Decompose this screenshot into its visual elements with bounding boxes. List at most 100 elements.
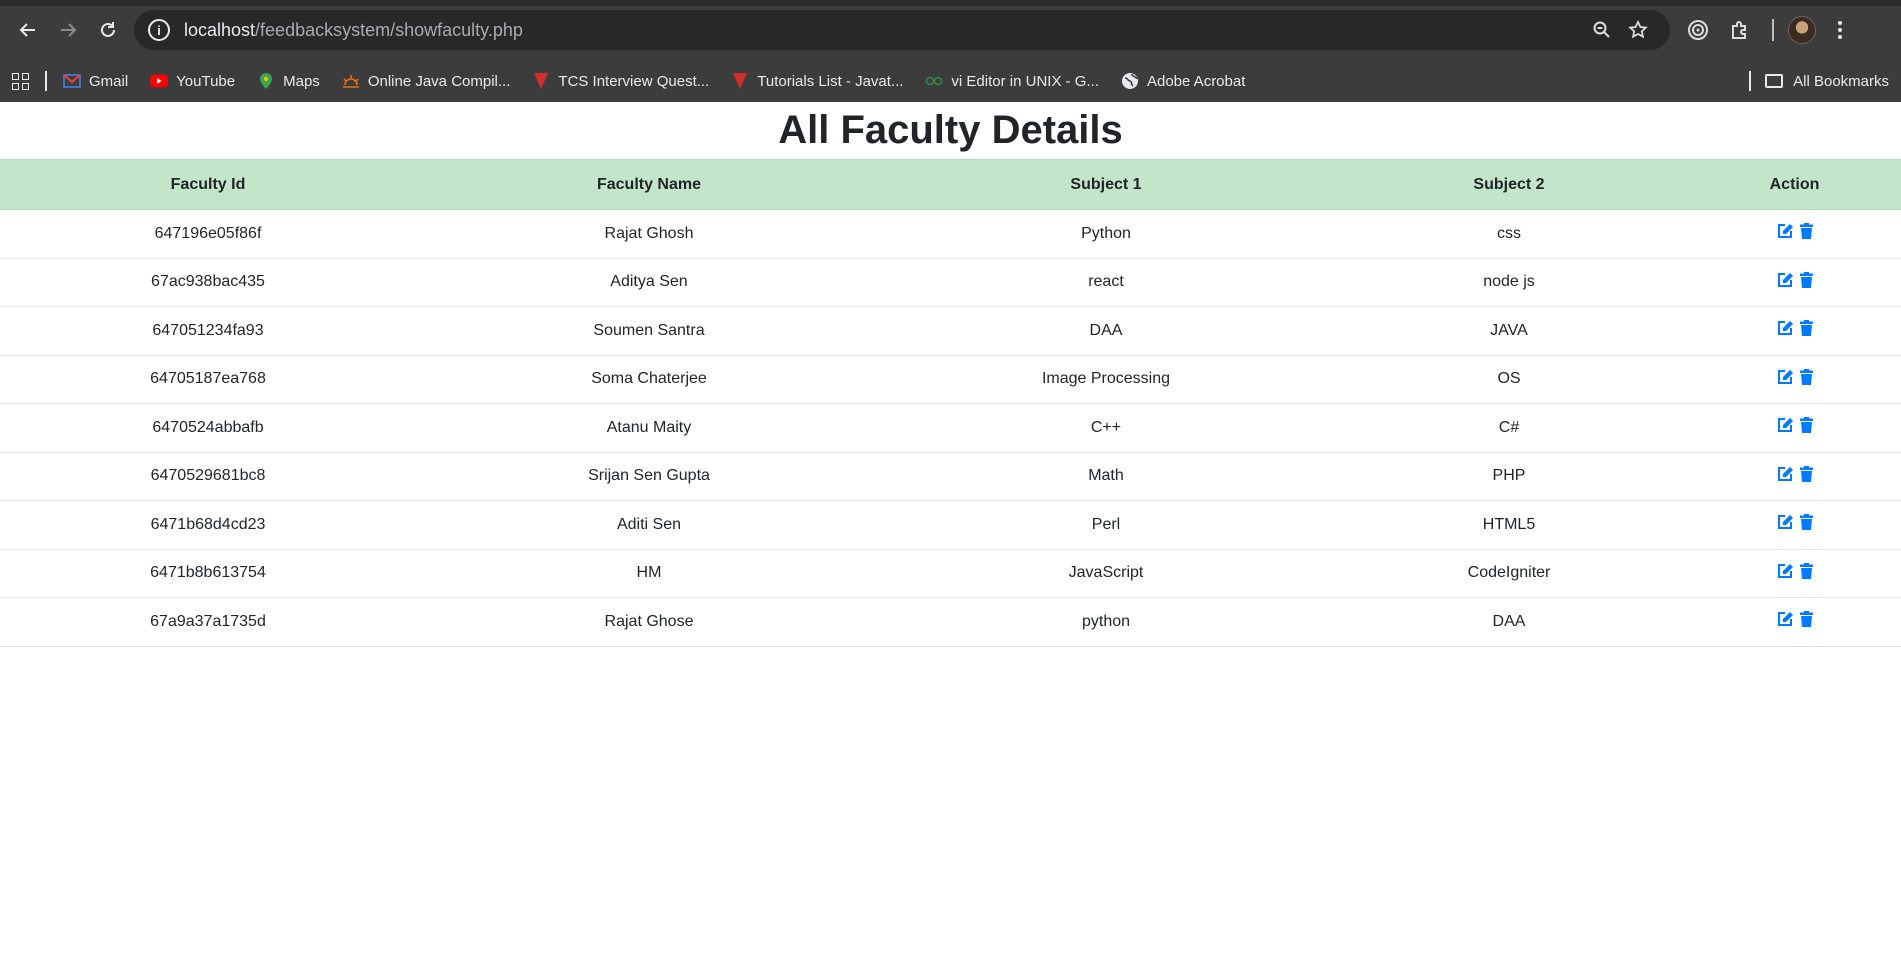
address-bar[interactable]: i localhost/feedbacksystem/showfaculty.p…	[134, 10, 1670, 50]
action-cell	[1688, 549, 1901, 598]
edit-button[interactable]	[1777, 514, 1794, 530]
bookmark-star-icon[interactable]	[1620, 12, 1656, 48]
subject-1-cell: Perl	[882, 500, 1330, 550]
column-header-faculty-name: Faculty Name	[416, 159, 882, 210]
edit-icon	[1777, 418, 1793, 433]
globe-icon	[1121, 72, 1139, 90]
bookmark-item[interactable]: vi Editor in UNIX - G...	[925, 72, 1099, 90]
bookmark-item[interactable]: Maps	[257, 72, 320, 90]
delete-button[interactable]	[1799, 611, 1813, 628]
faculty-id-cell: 6471b68d4cd23	[0, 500, 416, 550]
faculty-name-cell: Soumen Santra	[416, 306, 882, 356]
zoom-icon[interactable]	[1584, 12, 1620, 48]
table-header-row: Faculty Id Faculty Name Subject 1 Subjec…	[0, 159, 1901, 210]
faculty-name-cell: Srijan Sen Gupta	[416, 452, 882, 501]
youtube-icon	[150, 72, 169, 90]
url-text[interactable]: localhost/feedbacksystem/showfaculty.php	[184, 20, 1584, 41]
edit-button[interactable]	[1777, 320, 1794, 336]
delete-button[interactable]	[1799, 514, 1813, 531]
arrow-right-icon	[61, 23, 77, 37]
folder-icon	[1765, 74, 1784, 88]
faculty-id-cell: 67a9a37a1735d	[0, 597, 416, 647]
subject-1-cell: python	[882, 597, 1330, 647]
subject-1-cell: Python	[882, 209, 1330, 259]
faculty-id-cell: 6470524abbafb	[0, 403, 416, 453]
faculty-id-cell: 64705187ea768	[0, 355, 416, 404]
table-row: 647196e05f86f Rajat Ghosh Python css	[0, 209, 1901, 259]
table-row: 6471b8b613754 HM JavaScript CodeIgniter	[0, 549, 1901, 598]
edit-icon	[1777, 612, 1793, 627]
extensions-puzzle-icon[interactable]	[1722, 12, 1758, 48]
url-host: localhost	[184, 19, 256, 40]
bookmark-item[interactable]: TCS Interview Quest...	[532, 72, 709, 90]
subject-1-cell: react	[882, 258, 1330, 307]
delete-button[interactable]	[1799, 223, 1813, 240]
edit-button[interactable]	[1777, 466, 1794, 482]
trash-icon	[1799, 271, 1813, 288]
profile-avatar[interactable]	[1788, 16, 1816, 44]
bookmark-item[interactable]: YouTube	[150, 72, 235, 90]
table-row: 67a9a37a1735d Rajat Ghose python DAA	[0, 597, 1901, 647]
all-bookmarks-button[interactable]: All Bookmarks	[1765, 73, 1889, 90]
subject-1-cell: C++	[882, 403, 1330, 453]
faculty-table: Faculty Id Faculty Name Subject 1 Subjec…	[0, 159, 1901, 647]
url-path: /feedbacksystem/showfaculty.php	[255, 19, 523, 40]
edit-button[interactable]	[1777, 369, 1794, 385]
delete-button[interactable]	[1799, 562, 1813, 579]
trash-icon	[1799, 320, 1813, 337]
subject-2-cell: JAVA	[1330, 306, 1688, 356]
javatpoint-icon	[731, 72, 749, 90]
back-button[interactable]	[8, 10, 48, 50]
site-info-icon[interactable]: i	[148, 19, 170, 41]
column-header-subject-1: Subject 1	[882, 159, 1330, 210]
delete-button[interactable]	[1799, 320, 1813, 337]
subject-2-cell: PHP	[1330, 452, 1688, 501]
bookmark-item[interactable]: Gmail	[63, 72, 128, 90]
edit-button[interactable]	[1777, 563, 1794, 579]
delete-button[interactable]	[1799, 465, 1813, 482]
delete-button[interactable]	[1799, 417, 1813, 434]
edit-button[interactable]	[1777, 611, 1794, 627]
subject-2-cell: CodeIgniter	[1330, 549, 1688, 598]
edit-icon	[1777, 321, 1793, 336]
bookmark-item[interactable]: Online Java Compil...	[342, 72, 511, 90]
subject-2-cell: css	[1330, 209, 1688, 259]
table-row: 67ac938bac435 Aditya Sen react node js	[0, 258, 1901, 307]
subject-2-cell: node js	[1330, 258, 1688, 307]
delete-button[interactable]	[1799, 271, 1813, 288]
faculty-id-cell: 647051234fa93	[0, 306, 416, 356]
reload-icon	[101, 22, 115, 37]
forward-button[interactable]	[48, 10, 88, 50]
action-cell	[1688, 209, 1901, 259]
faculty-name-cell: Atanu Maity	[416, 403, 882, 453]
bookmark-item[interactable]: Tutorials List - Javat...	[731, 72, 903, 90]
bookmark-label: vi Editor in UNIX - G...	[951, 72, 1099, 90]
edit-button[interactable]	[1777, 272, 1794, 288]
subject-2-cell: DAA	[1330, 597, 1688, 647]
subject-1-cell: Math	[882, 452, 1330, 501]
action-cell	[1688, 403, 1901, 453]
bookmarks-separator-right	[1749, 71, 1752, 91]
bookmarks-separator	[45, 71, 47, 91]
sun-icon	[342, 72, 360, 90]
bookmark-label: Online Java Compil...	[367, 72, 511, 90]
kebab-menu-icon[interactable]	[1822, 12, 1858, 48]
faculty-name-cell: HM	[416, 549, 882, 598]
table-row: 6470524abbafb Atanu Maity C++ C#	[0, 403, 1901, 453]
bookmark-item[interactable]: Adobe Acrobat	[1121, 72, 1245, 90]
reload-button[interactable]	[88, 10, 128, 50]
edit-button[interactable]	[1777, 223, 1794, 239]
faculty-name-cell: Soma Chaterjee	[416, 355, 882, 404]
faculty-name-cell: Rajat Ghose	[416, 597, 882, 647]
edit-icon	[1777, 369, 1793, 384]
apps-grid-icon[interactable]	[12, 72, 29, 90]
edit-icon	[1777, 466, 1793, 481]
action-cell	[1688, 452, 1901, 501]
edit-icon	[1777, 272, 1793, 287]
bookmark-label: TCS Interview Quest...	[558, 72, 710, 90]
trash-icon	[1799, 223, 1813, 240]
edit-button[interactable]	[1777, 417, 1794, 433]
faculty-name-cell: Rajat Ghosh	[416, 209, 882, 259]
delete-button[interactable]	[1799, 368, 1813, 385]
extension-target-icon[interactable]	[1680, 12, 1716, 48]
